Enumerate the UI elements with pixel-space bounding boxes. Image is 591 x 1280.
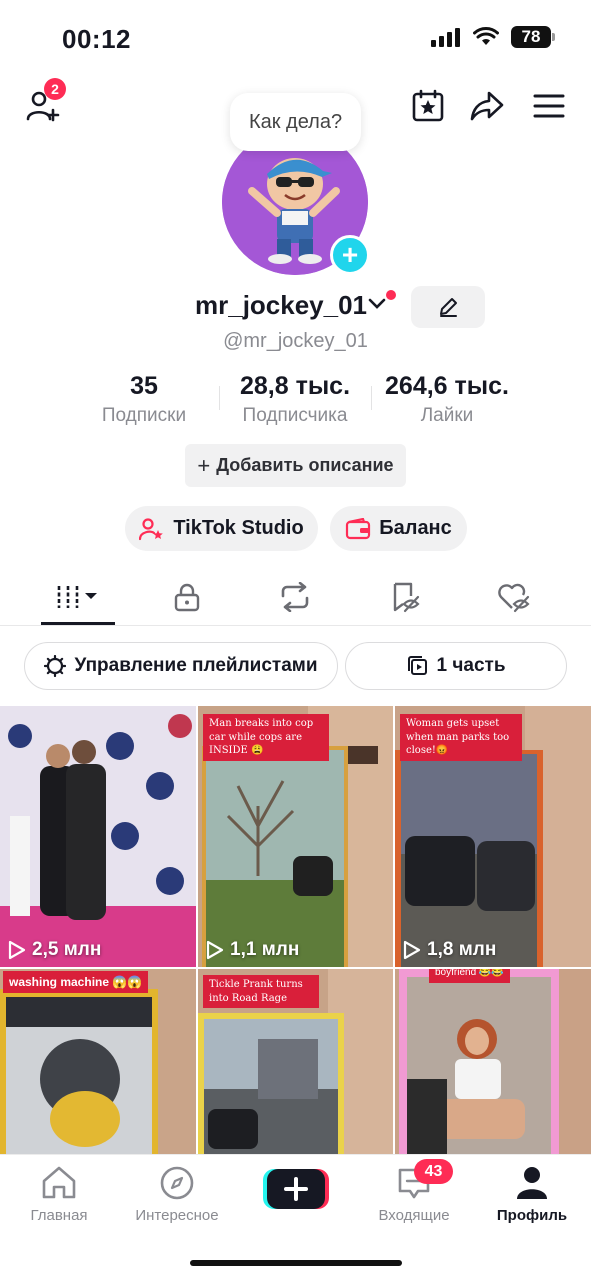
chevron-down-icon[interactable] — [368, 296, 386, 310]
nav-discover-label: Интересное — [135, 1207, 219, 1224]
share-button[interactable] — [467, 86, 507, 126]
profile-icon — [517, 1167, 547, 1199]
menu-button[interactable] — [529, 86, 569, 126]
compass-icon — [160, 1166, 194, 1200]
video-tile[interactable]: washing machine 😱😱 — [0, 969, 196, 1154]
balance-label: Баланс — [379, 517, 452, 539]
video-tile[interactable]: boyfriend 😂😂 — [395, 969, 591, 1154]
nav-inbox-label: Входящие — [378, 1207, 450, 1224]
plus-icon: + — [197, 452, 211, 478]
playlist-parts-button[interactable]: 1 часть — [345, 642, 567, 690]
video-caption: washing machine 😱😱 — [3, 971, 149, 994]
tab-liked[interactable] — [476, 574, 550, 620]
video-caption: boyfriend 😂😂 — [429, 969, 510, 983]
signal-icon — [431, 28, 460, 47]
tiktok-studio-button[interactable]: TikTok Studio — [125, 506, 318, 551]
nav-profile-label: Профиль — [496, 1207, 568, 1224]
profile-username[interactable]: mr_jockey_01 — [195, 290, 367, 321]
stat-value: 35 — [130, 372, 158, 400]
user-star-icon — [139, 517, 164, 540]
status-icons: 78 — [431, 26, 555, 48]
view-count: 2,5 млн — [8, 939, 101, 961]
nav-discover[interactable]: Интересное — [126, 1163, 228, 1224]
manage-playlists-label: Управление плейлистами — [74, 655, 318, 676]
video-tile[interactable]: Tickle Prank turns into Road Rage — [198, 969, 393, 1154]
nav-home[interactable]: Главная — [20, 1163, 98, 1224]
edit-profile-button[interactable] — [411, 286, 485, 328]
lock-icon — [174, 583, 200, 612]
create-plus-icon — [263, 1169, 329, 1209]
stat-likes[interactable]: 264,6 тыс. Лайки — [376, 372, 518, 427]
tabs-divider — [0, 625, 591, 626]
stat-value: 28,8 тыс. — [239, 372, 351, 400]
play-icon — [206, 940, 224, 960]
tab-videos[interactable] — [41, 574, 115, 620]
calendar-button[interactable] — [408, 86, 448, 126]
stat-followers[interactable]: 28,8 тыс. Подписчика — [224, 372, 366, 427]
play-icon — [8, 940, 26, 960]
video-caption: Woman gets upset when man parks too clos… — [400, 714, 522, 761]
tab-private[interactable] — [150, 574, 224, 620]
home-icon — [42, 1166, 76, 1199]
tiktok-studio-label: TikTok Studio — [173, 517, 304, 539]
inbox-badge: 43 — [414, 1159, 453, 1184]
grid-bars-icon — [57, 586, 97, 608]
view-count-text: 1,1 млн — [230, 939, 300, 960]
playlist-icon — [407, 656, 427, 675]
notification-dot — [386, 290, 396, 300]
home-indicator — [190, 1260, 402, 1266]
stat-label: Подписки — [101, 405, 187, 426]
video-tile[interactable]: 2,5 млн — [0, 706, 196, 967]
manage-playlists-button[interactable]: Управление плейлистами — [24, 642, 338, 690]
stat-divider — [219, 386, 220, 410]
stat-label: Лайки — [420, 405, 474, 426]
status-time: 00:12 — [62, 24, 131, 54]
add-story-button[interactable]: + — [330, 235, 370, 275]
balance-button[interactable]: Баланс — [330, 506, 467, 551]
wallet-icon — [346, 517, 371, 539]
video-caption: Tickle Prank turns into Road Rage — [203, 975, 319, 1008]
video-caption: Man breaks into cop car while cops are I… — [203, 714, 329, 761]
view-count: 1,1 млн — [206, 939, 299, 961]
add-description-label: Добавить описание — [216, 455, 394, 475]
share-arrow-icon — [470, 91, 504, 121]
nav-profile[interactable]: Профиль — [494, 1163, 570, 1224]
battery-indicator: 78 — [511, 26, 555, 48]
view-count: 1,8 млн — [403, 939, 496, 961]
add-description-button[interactable]: + Добавить описание — [185, 444, 406, 487]
stat-value: 264,6 тыс. — [385, 372, 509, 400]
stat-divider — [371, 386, 372, 410]
bookmark-hidden-icon — [393, 582, 420, 613]
create-button[interactable] — [263, 1169, 329, 1209]
view-count-text: 2,5 млн — [32, 939, 102, 960]
status-bubble[interactable]: Как дела? — [230, 93, 361, 151]
calendar-star-icon — [412, 89, 444, 122]
video-tile[interactable]: Man breaks into cop car while cops are I… — [198, 706, 393, 967]
repost-icon — [281, 582, 309, 612]
video-thumbnail — [0, 969, 196, 1154]
pencil-icon — [440, 298, 457, 317]
stat-following[interactable]: 35 Подписки — [90, 372, 198, 427]
hamburger-menu-icon — [533, 94, 565, 118]
tab-saved[interactable] — [368, 574, 442, 620]
tab-reposts[interactable] — [258, 574, 332, 620]
video-thumbnail — [395, 969, 591, 1154]
video-thumbnail — [0, 706, 196, 967]
friends-badge: 2 — [44, 78, 66, 100]
heart-hidden-icon — [498, 583, 530, 613]
view-count-text: 1,8 млн — [427, 939, 497, 960]
settings-gear-icon — [44, 655, 67, 677]
profile-handle: @mr_jockey_01 — [223, 330, 368, 352]
stat-label: Подписчика — [242, 405, 348, 426]
wifi-icon — [473, 27, 499, 45]
playlist-parts-label: 1 часть — [436, 655, 506, 676]
play-icon — [403, 940, 421, 960]
nav-home-label: Главная — [30, 1207, 88, 1224]
video-tile[interactable]: Woman gets upset when man parks too clos… — [395, 706, 591, 967]
